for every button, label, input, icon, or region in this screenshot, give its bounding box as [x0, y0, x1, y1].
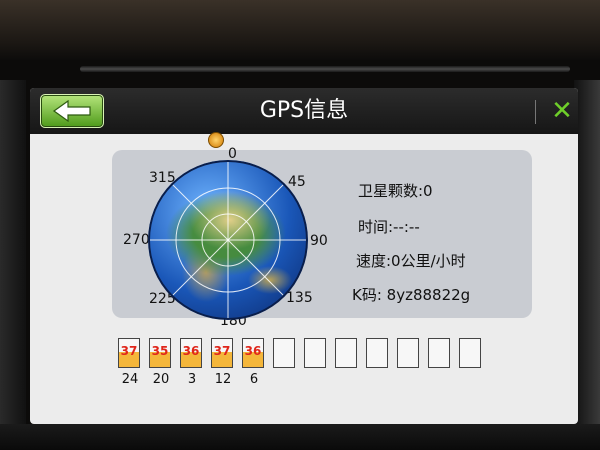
globe-icon [148, 160, 308, 320]
signal-bar: 36 [180, 338, 202, 368]
signal-bar: 37 [118, 338, 140, 368]
gps-screen: GPS信息 ✕ 0 45 90 135 180 225 270 315 卫星颗数… [30, 88, 578, 424]
satellite-id: 6 [249, 372, 259, 387]
satellite-slot: 37 24 [118, 338, 142, 387]
signal-strength-value: 35 [151, 344, 169, 358]
sky-grid [150, 162, 306, 318]
close-button[interactable]: ✕ [550, 98, 574, 124]
speed-readout: 速度:0公里/小时 [356, 252, 466, 270]
satellite-slot [304, 338, 328, 370]
signal-bar [459, 338, 481, 368]
signal-strength-value: 37 [213, 344, 231, 358]
satellite-slot [397, 338, 421, 370]
signal-bar: 36 [242, 338, 264, 368]
satellite-slot [366, 338, 390, 370]
back-arrow-icon [52, 100, 91, 122]
satellite-id: 12 [214, 372, 232, 387]
compass-label-90: 90 [310, 233, 328, 249]
satellite-slot [273, 338, 297, 370]
back-button[interactable] [40, 94, 104, 128]
signal-bar [273, 338, 295, 368]
satellite-id: 3 [187, 372, 197, 387]
title-bar: GPS信息 ✕ [30, 88, 578, 134]
signal-strength-value: 36 [182, 344, 200, 358]
signal-bar [335, 338, 357, 368]
satellite-slot [335, 338, 359, 370]
satellite-slot: 36 6 [242, 338, 266, 387]
satellite-id: 24 [121, 372, 139, 387]
satellite-slot: 35 20 [149, 338, 173, 387]
device-bezel-left [0, 80, 26, 450]
time-readout: 时间:--:-- [358, 218, 420, 236]
disc-slot [80, 66, 570, 72]
k-code-readout: K码: 8yz88822g [352, 286, 471, 304]
signal-bar [304, 338, 326, 368]
satellite-slot [428, 338, 452, 370]
satellite-count: 卫星颗数:0 [358, 182, 433, 200]
satellite-id: 20 [152, 372, 170, 387]
signal-bar: 37 [211, 338, 233, 368]
signal-bar [397, 338, 419, 368]
compass-label-270: 270 [123, 232, 150, 248]
device-bezel-bottom [0, 424, 600, 450]
signal-bar: 35 [149, 338, 171, 368]
satellite-slot: 37 12 [211, 338, 235, 387]
signal-bar [428, 338, 450, 368]
sun-icon [208, 132, 224, 148]
signal-bar [366, 338, 388, 368]
signal-strength-value: 36 [244, 344, 262, 358]
title-divider [535, 100, 536, 124]
satellite-slot: 36 3 [180, 338, 204, 387]
signal-strength-value: 37 [120, 344, 138, 358]
close-icon: ✕ [551, 96, 573, 126]
page-title: GPS信息 [259, 98, 349, 123]
satellite-slot [459, 338, 483, 370]
device-bezel-top [0, 0, 600, 60]
